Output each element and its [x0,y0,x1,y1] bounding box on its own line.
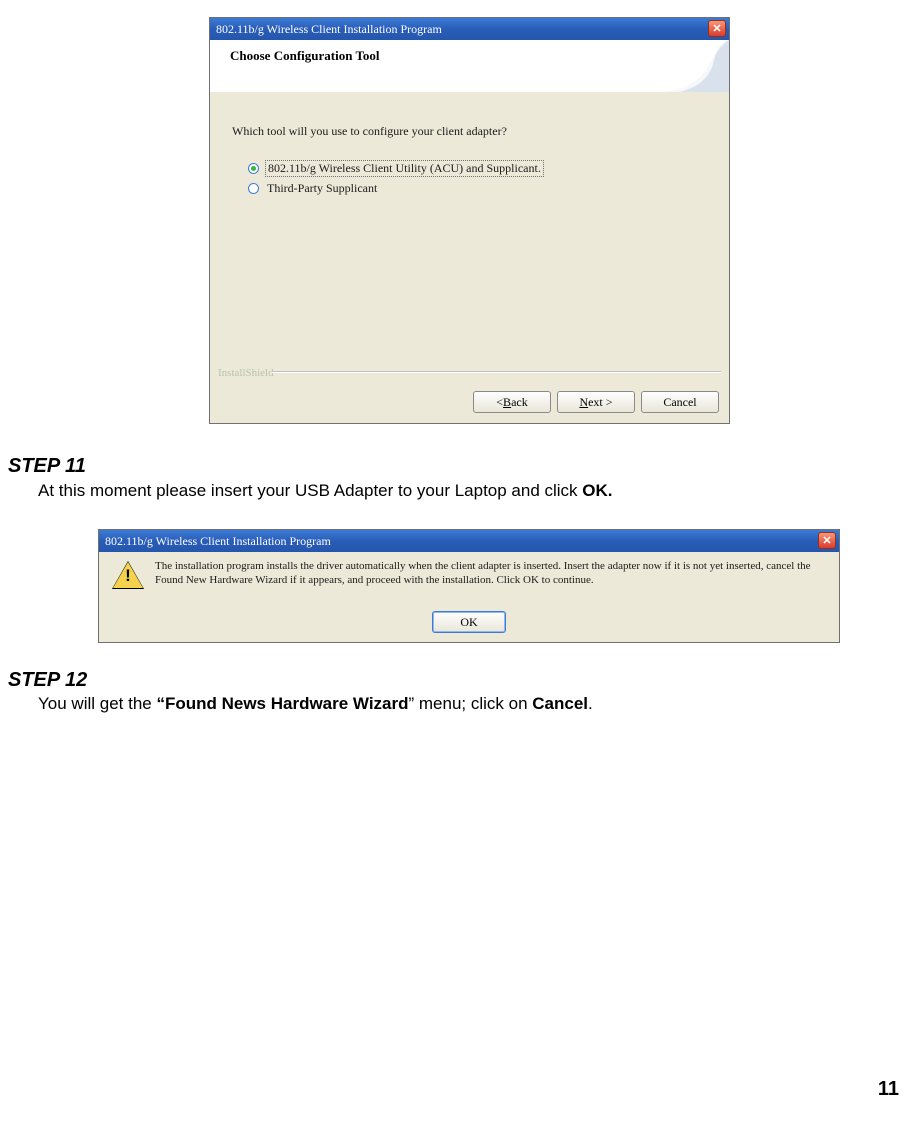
ok-button[interactable]: OK [432,611,506,633]
page-curl-graphic [659,40,729,92]
ok-button-row: OK [99,611,839,633]
step11-body: At this moment please insert your USB Ad… [38,481,613,501]
button-row: < Back Next > Cancel [473,391,719,413]
step12-p2: “Found News Hardware Wizard [156,694,408,713]
banner-title: Choose Configuration Tool [230,48,380,64]
close-icon: ✕ [712,22,721,35]
step11-heading: STEP 11 [8,455,86,478]
radio-option-third-party[interactable]: Third-Party Supplicant [248,181,379,196]
step12-heading: STEP 12 [8,669,87,692]
back-button[interactable]: < Back [473,391,551,413]
step11-body-pre: At this moment please insert your USB Ad… [38,481,582,500]
step12-p4: Cancel [532,694,588,713]
radio-label-acu: 802.11b/g Wireless Client Utility (ACU) … [265,160,544,177]
window-title: 802.11b/g Wireless Client Installation P… [105,534,331,549]
message-area: ! The installation program installs the … [99,552,839,642]
radio-label-third-party: Third-Party Supplicant [265,181,379,196]
back-mnemonic: B [503,395,511,410]
config-prompt: Which tool will you use to configure you… [232,124,507,139]
dialog-body: Which tool will you use to configure you… [210,92,729,423]
ok-label: OK [460,615,477,630]
step12-p5: . [588,694,593,713]
cancel-button[interactable]: Cancel [641,391,719,413]
step12-p3: ” menu; click on [409,694,533,713]
close-button[interactable]: ✕ [708,20,726,37]
step11-body-bold: OK. [582,481,612,500]
back-rest: ack [511,395,528,410]
next-mnemonic: N [579,395,588,410]
installshield-label: InstallShield [218,367,274,379]
page-number: 11 [878,1078,899,1101]
divider [272,371,721,373]
radio-icon [248,183,259,194]
warning-icon: ! [113,562,143,590]
next-rest: ext > [588,395,612,410]
radio-option-acu[interactable]: 802.11b/g Wireless Client Utility (ACU) … [248,160,544,177]
cancel-label: Cancel [663,395,696,410]
radio-icon [248,163,259,174]
window-title: 802.11b/g Wireless Client Installation P… [216,22,442,37]
back-lt: < [496,395,503,410]
titlebar[interactable]: 802.11b/g Wireless Client Installation P… [210,18,729,40]
close-icon: ✕ [822,534,831,547]
installer-dialog: 802.11b/g Wireless Client Installation P… [209,17,730,424]
alert-dialog: 802.11b/g Wireless Client Installation P… [98,529,840,643]
titlebar[interactable]: 802.11b/g Wireless Client Installation P… [99,530,839,552]
alert-message: The installation program installs the dr… [155,560,831,588]
next-button[interactable]: Next > [557,391,635,413]
banner: Choose Configuration Tool [210,40,729,93]
step12-p1: You will get the [38,694,156,713]
step12-body: You will get the “Found News Hardware Wi… [38,694,593,714]
close-button[interactable]: ✕ [818,532,836,549]
